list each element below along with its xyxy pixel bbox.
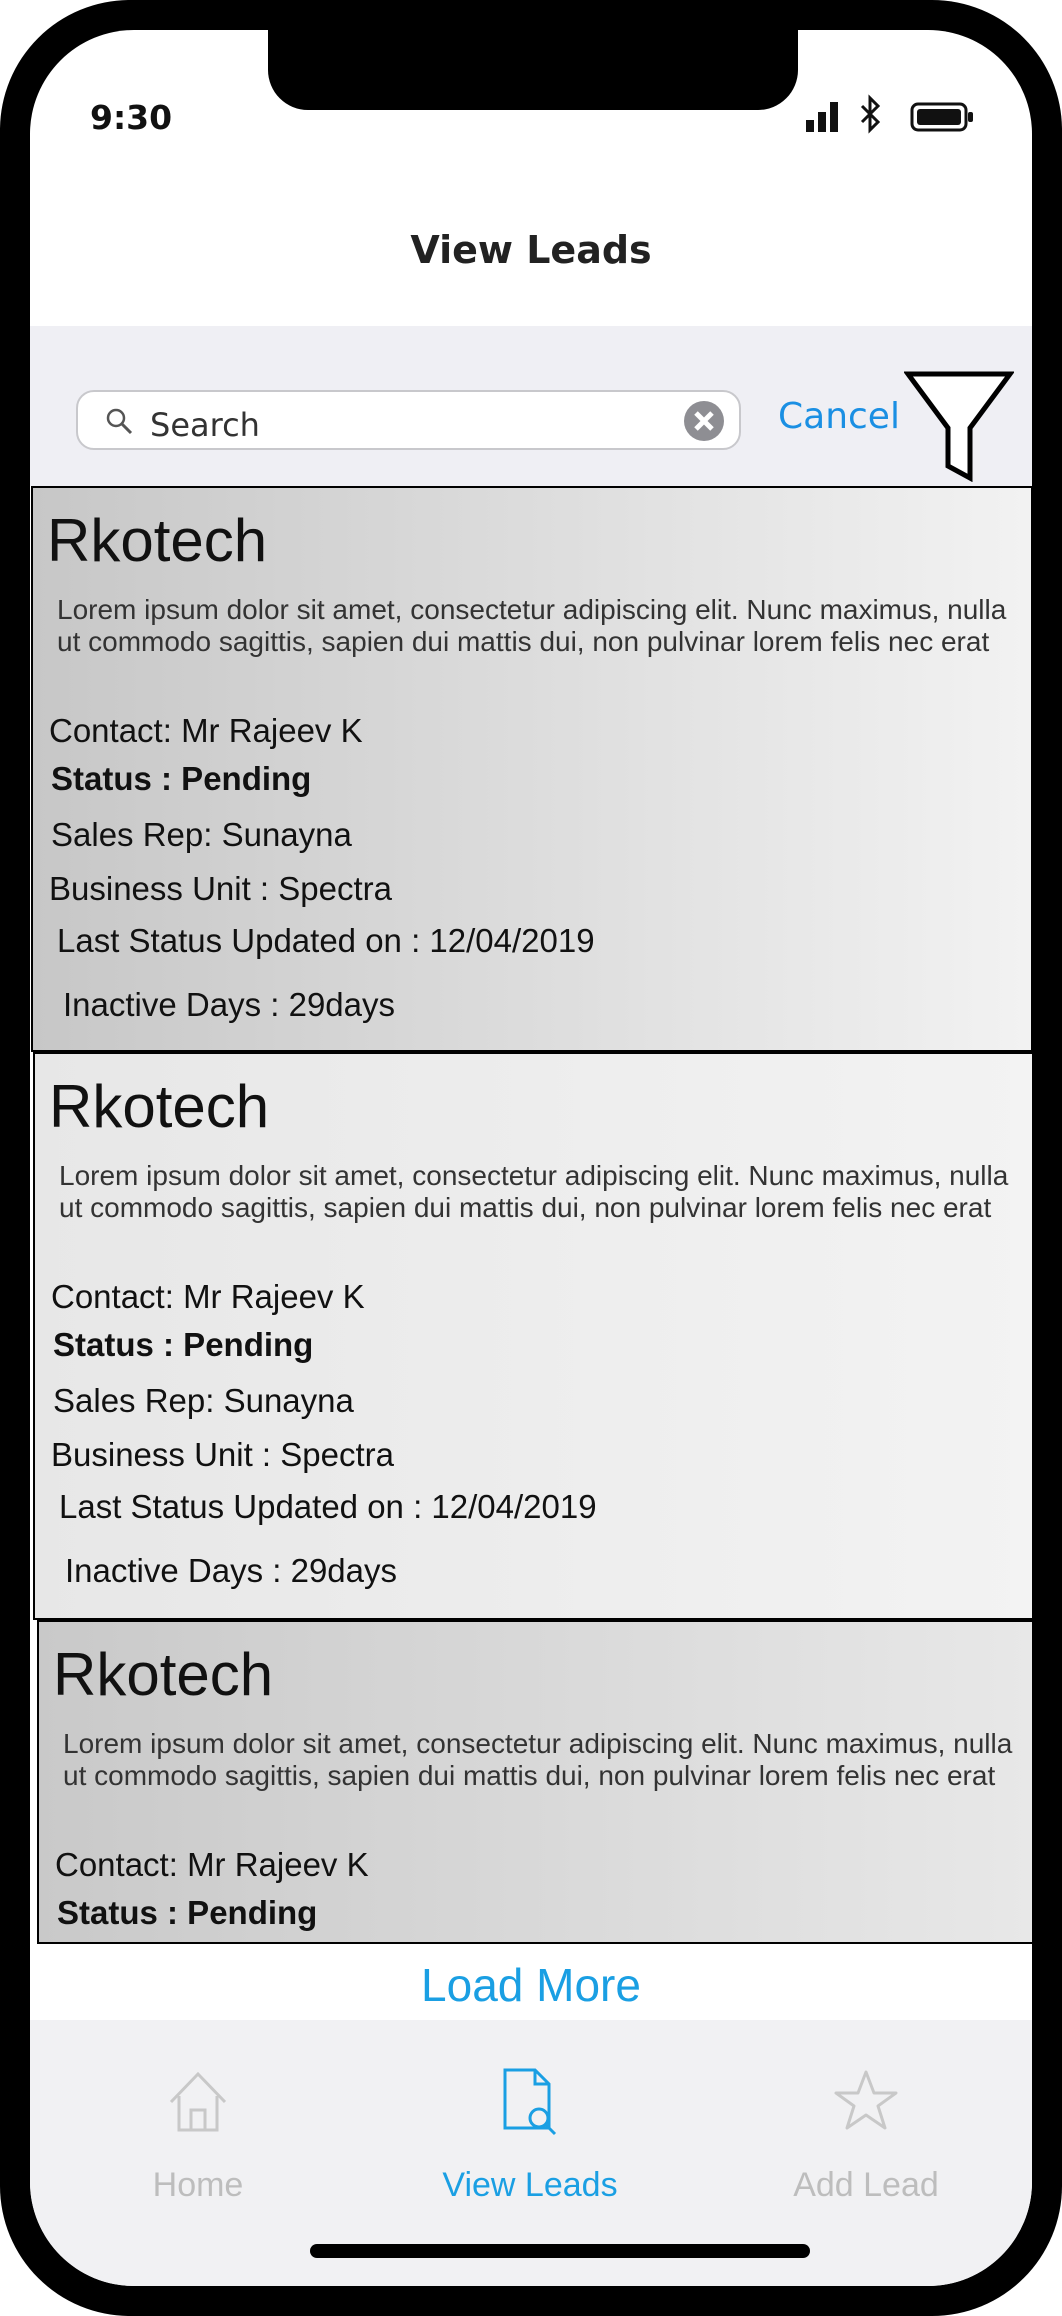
lead-inactive-days: Inactive Days : 29days	[63, 986, 395, 1023]
screen: 9:30 View Leads Search Cancel Rkotech Lo…	[30, 30, 1032, 2286]
home-icon	[169, 2071, 227, 2132]
lead-business-unit: Business Unit : Spectra	[51, 1436, 394, 1473]
page-title: View Leads	[410, 228, 652, 272]
signal-icon	[806, 102, 838, 132]
document-search-icon	[503, 2068, 557, 2136]
lead-sales-rep: Sales Rep: Sunayna	[53, 1382, 354, 1419]
lead-description: Lorem ipsum dolor sit amet, consectetur …	[59, 1160, 1009, 1223]
tab-label-view-leads: View Leads	[442, 2166, 618, 2204]
lead-last-updated: Last Status Updated on : 12/04/2019	[59, 1488, 597, 1525]
filter-icon[interactable]	[904, 370, 1014, 482]
lead-description: Lorem ipsum dolor sit amet, consectetur …	[63, 1728, 1013, 1791]
lead-company: Rkotech	[53, 1641, 274, 1708]
search-input[interactable]: Search	[76, 390, 741, 450]
lead-status: Status : Pending	[57, 1894, 318, 1931]
lead-company: Rkotech	[47, 507, 268, 574]
tab-add-lead[interactable]: Add Lead	[736, 2066, 996, 2226]
lead-contact: Contact: Mr Rajeev K	[51, 1278, 365, 1315]
search-bar: Search Cancel	[30, 326, 1032, 486]
lead-status: Status : Pending	[53, 1326, 314, 1363]
cancel-button[interactable]: Cancel	[778, 396, 900, 437]
home-indicator	[310, 2244, 810, 2258]
tab-view-leads[interactable]: View Leads	[400, 2066, 660, 2226]
status-time: 9:30	[90, 98, 173, 137]
star-icon	[834, 2070, 898, 2130]
lead-contact: Contact: Mr Rajeev K	[55, 1846, 369, 1883]
lead-last-updated: Last Status Updated on : 12/04/2019	[57, 922, 595, 959]
search-icon	[106, 408, 133, 435]
status-icons	[806, 94, 973, 134]
lead-inactive-days: Inactive Days : 29days	[65, 1552, 397, 1589]
lead-card[interactable]: Rkotech Lorem ipsum dolor sit amet, cons…	[31, 486, 1032, 1052]
lead-description: Lorem ipsum dolor sit amet, consectetur …	[57, 594, 1007, 657]
lead-card[interactable]: Rkotech Lorem ipsum dolor sit amet, cons…	[33, 1052, 1032, 1620]
lead-sales-rep: Sales Rep: Sunayna	[51, 816, 352, 853]
tab-home[interactable]: Home	[68, 2066, 328, 2226]
notch	[268, 30, 798, 110]
phone-frame: 9:30 View Leads Search Cancel Rkotech Lo…	[0, 0, 1062, 2316]
bluetooth-icon	[860, 94, 881, 134]
battery-icon	[910, 102, 973, 132]
search-placeholder: Search	[150, 406, 260, 444]
tab-label-add-lead: Add Lead	[793, 2166, 939, 2204]
lead-card[interactable]: Rkotech Lorem ipsum dolor sit amet, cons…	[37, 1620, 1032, 1944]
lead-contact: Contact: Mr Rajeev K	[49, 712, 363, 749]
lead-company: Rkotech	[49, 1073, 270, 1140]
clear-icon[interactable]	[683, 400, 725, 442]
lead-status: Status : Pending	[51, 760, 312, 797]
tab-label-home: Home	[152, 2166, 244, 2204]
load-more-button[interactable]: Load More	[30, 1958, 1032, 2012]
lead-business-unit: Business Unit : Spectra	[49, 870, 392, 907]
